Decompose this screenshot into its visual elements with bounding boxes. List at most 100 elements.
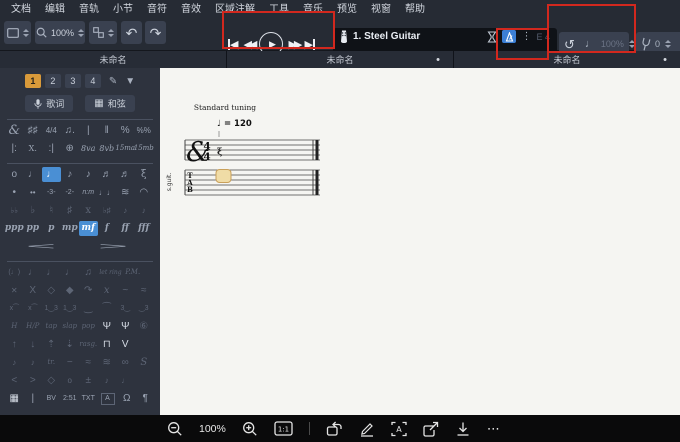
tap-icon[interactable]: tap bbox=[42, 319, 61, 334]
grace-note-on-beat-icon[interactable]: ♪ bbox=[135, 203, 154, 218]
fingering-icon[interactable]: ⑥ bbox=[135, 319, 154, 334]
more-options-button[interactable]: ⋯ bbox=[487, 421, 501, 437]
hourglass-icon[interactable] bbox=[487, 30, 497, 43]
menu-item[interactable]: 文档 bbox=[4, 0, 38, 15]
double-barline-icon[interactable]: ‖ bbox=[98, 123, 117, 138]
half-note-icon[interactable]: ♩ bbox=[24, 167, 43, 182]
tied-notes-icon[interactable]: ♫ bbox=[79, 265, 98, 280]
dotted-rhythm-icon[interactable]: ♫. bbox=[61, 123, 80, 138]
tremolo-picking-icon[interactable]: ≈ bbox=[79, 355, 98, 370]
bell-icon[interactable]: Ω bbox=[118, 391, 137, 406]
heavy-accent-icon[interactable]: ♩ bbox=[61, 265, 80, 280]
staccato-icon[interactable]: ♩ bbox=[24, 265, 43, 280]
ornament-note-2-icon[interactable]: ♩ bbox=[116, 373, 135, 388]
dead-note-icon[interactable]: ✕ bbox=[5, 283, 24, 298]
inverted-turn-icon[interactable]: S bbox=[135, 355, 154, 370]
ghost-note-icon[interactable]: (♩) bbox=[5, 265, 24, 280]
view-mode-button[interactable] bbox=[4, 21, 31, 44]
grace-slide-icon[interactable]: ♪ bbox=[5, 355, 24, 370]
zoom-select-button[interactable]: 100% bbox=[35, 21, 85, 44]
triplet-icon[interactable]: -3- bbox=[42, 185, 61, 200]
document-tab[interactable]: 未命名 bbox=[0, 51, 227, 68]
document-tab[interactable]: 未命名 • bbox=[227, 51, 454, 68]
sixty-fourth-note-icon[interactable]: ♬ bbox=[116, 167, 135, 182]
fermata-icon[interactable]: ◠ bbox=[135, 185, 154, 200]
menu-item[interactable]: 编辑 bbox=[38, 0, 72, 15]
hammer-on-icon[interactable]: H bbox=[5, 319, 24, 334]
double-dot-icon[interactable]: •• bbox=[24, 185, 43, 200]
trill-icon[interactable]: tr. bbox=[42, 355, 61, 370]
natural-harmonic-icon[interactable]: ◇ bbox=[42, 283, 61, 298]
double-simile-mark-icon[interactable]: %% bbox=[135, 123, 154, 138]
voice-1-button[interactable]: 1 bbox=[24, 74, 41, 88]
heavy-dead-note-icon[interactable]: X bbox=[24, 283, 43, 298]
menu-item[interactable]: 音符 bbox=[140, 0, 174, 15]
natural-icon[interactable]: ♮ bbox=[42, 203, 61, 218]
tie-icon[interactable]: ♩♩ bbox=[98, 185, 117, 200]
redo-button[interactable]: ↷ bbox=[145, 21, 166, 44]
zoom-out-button[interactable] bbox=[167, 421, 183, 437]
timestamp-tool-icon[interactable]: 2:51 bbox=[61, 391, 80, 406]
skip-to-end-button[interactable]: ▶ bbox=[304, 38, 315, 51]
hammer-pull-icon[interactable]: H/P bbox=[24, 319, 43, 334]
slide-in-icon[interactable]: 3‿ bbox=[116, 301, 135, 316]
repeat-open-icon[interactable]: |: bbox=[5, 141, 24, 156]
left-hand-icon[interactable]: Ψ bbox=[98, 319, 117, 334]
slide-legato-icon[interactable]: ‿ bbox=[79, 301, 98, 316]
menu-item[interactable]: 音乐 bbox=[296, 0, 330, 15]
grace-note-icon[interactable]: ♪ bbox=[116, 203, 135, 218]
dynamic-fff-icon[interactable]: fff bbox=[135, 221, 154, 236]
prebend-icon[interactable]: x⁀ bbox=[24, 301, 43, 316]
menu-item[interactable]: 视窗 bbox=[364, 0, 398, 15]
pull-legato-icon[interactable]: 1‿3 bbox=[61, 301, 80, 316]
track-menu-icon[interactable]: ⋮ bbox=[521, 31, 531, 42]
score-canvas[interactable]: Standard tuning ♩ = 120 & 4 4 ξ T A B s.… bbox=[160, 68, 680, 415]
quarter-note-icon[interactable]: ♩ bbox=[42, 167, 61, 182]
duplet-icon[interactable]: -2- bbox=[61, 185, 80, 200]
vibrato-icon[interactable]: ~ bbox=[116, 283, 135, 298]
coda-icon[interactable]: ⊕ bbox=[61, 141, 80, 156]
sharp-icon[interactable]: ♯ bbox=[61, 203, 80, 218]
key-signature-icon[interactable]: ♯♯ bbox=[24, 123, 43, 138]
dynamic-ff-icon[interactable]: ff bbox=[116, 221, 135, 236]
rest-icon[interactable]: ξ bbox=[135, 167, 154, 182]
n-tuplet-icon[interactable]: n:m bbox=[79, 185, 98, 200]
double-sharp-icon[interactable]: x bbox=[79, 203, 98, 218]
viewer-zoom-value[interactable]: 100% bbox=[199, 423, 226, 435]
grace-bend-icon[interactable]: ♪ bbox=[24, 355, 43, 370]
voice-3-button[interactable]: 3 bbox=[64, 74, 81, 88]
download-button[interactable] bbox=[455, 421, 471, 437]
zoom-in-button[interactable] bbox=[242, 421, 258, 437]
bend-release-icon[interactable]: x⁀ bbox=[5, 301, 24, 316]
metronome-button[interactable] bbox=[502, 30, 517, 43]
eighth-note-icon[interactable]: ♪ bbox=[61, 167, 80, 182]
document-tab[interactable]: 未命名 • bbox=[454, 51, 680, 68]
palm-mute-icon[interactable]: P.M. bbox=[124, 265, 143, 280]
clef-icon[interactable]: & bbox=[5, 123, 24, 138]
fretboard-view-icon[interactable]: ▦ bbox=[5, 391, 24, 406]
multivoice-icon[interactable]: ✎ bbox=[109, 76, 117, 87]
menu-item[interactable]: 工具 bbox=[262, 0, 296, 15]
chords-button[interactable]: ▦ 和弦 bbox=[85, 95, 135, 112]
actual-size-button[interactable]: 1:1 bbox=[274, 421, 293, 436]
ghost-bend-icon[interactable]: x bbox=[98, 283, 117, 298]
voice-filter-icon[interactable]: ▼ bbox=[125, 76, 135, 87]
ottava-bassa-icon[interactable]: 8vb bbox=[98, 141, 117, 156]
share-button[interactable] bbox=[423, 421, 439, 437]
simile-mark-icon[interactable]: % bbox=[116, 123, 135, 138]
ornament-note-icon[interactable]: ♪ bbox=[98, 373, 117, 388]
accent-mark-icon[interactable]: < bbox=[5, 373, 24, 388]
plus-minus-icon[interactable]: ± bbox=[79, 373, 98, 388]
quindicesima-alta-icon[interactable]: 15ma bbox=[115, 141, 135, 156]
let-ring-icon[interactable]: let ring bbox=[98, 265, 124, 280]
arpeggio-down-icon[interactable]: ⇣ bbox=[61, 337, 80, 352]
undo-button[interactable]: ↶ bbox=[121, 21, 142, 44]
repeat-close-icon[interactable]: :| bbox=[42, 141, 61, 156]
slap-icon[interactable]: slap bbox=[61, 319, 80, 334]
right-hand-icon[interactable]: Ψ bbox=[116, 319, 135, 334]
time-signature-icon[interactable]: 4/4 bbox=[42, 123, 61, 138]
text-tool-icon[interactable]: TXT bbox=[79, 391, 98, 406]
arpeggio-up-icon[interactable]: ⇡ bbox=[42, 337, 61, 352]
edit-pencil-button[interactable] bbox=[359, 421, 375, 437]
tremolo-bar-icon[interactable]: − bbox=[61, 355, 80, 370]
